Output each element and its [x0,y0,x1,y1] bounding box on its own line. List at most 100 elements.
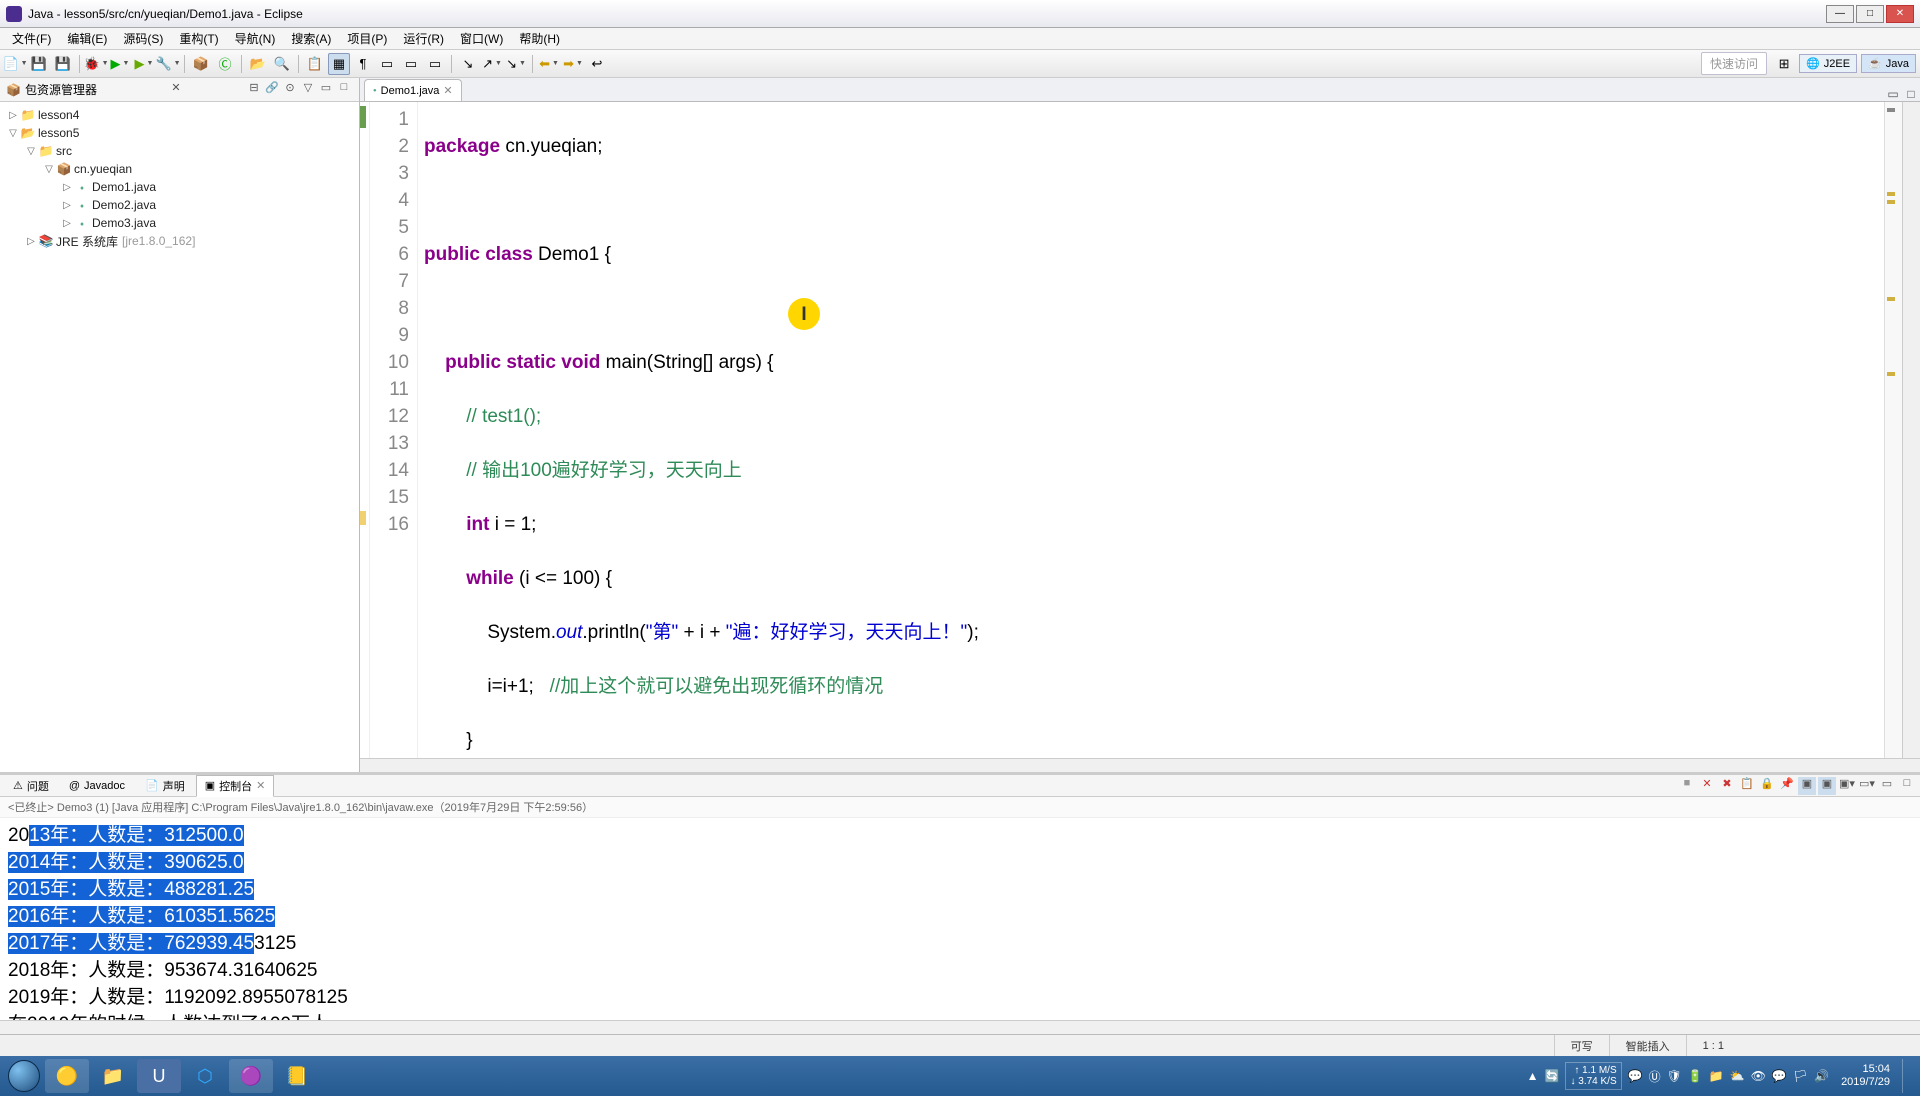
editor-maximize-icon[interactable]: □ [1902,87,1920,101]
tray-collapse-icon[interactable]: ▲ [1527,1069,1539,1083]
problems-tab[interactable]: ⚠问题 [4,775,58,797]
link-editor-icon[interactable]: 🔗 [263,81,281,99]
tree-file-demo2[interactable]: ▷🞄Demo2.java [2,196,357,214]
tree-src-folder[interactable]: ▽📁src [2,142,357,160]
maximize-view-icon[interactable]: □ [335,81,353,99]
console-horizontal-scrollbar[interactable] [0,1020,1920,1034]
back-button[interactable]: ⬅▼ [538,53,560,75]
tree-file-demo3[interactable]: ▷🞄Demo3.java [2,214,357,232]
toggle-mark-button[interactable]: 📋 [304,53,326,75]
editor-vertical-scrollbar[interactable] [1902,102,1920,758]
taskbar-explorer-icon[interactable]: 📁 [91,1059,135,1093]
open-type-button[interactable]: 📂 [247,53,269,75]
menu-project[interactable]: 项目(P) [339,28,395,49]
code-content[interactable]: package cn.yueqian; public class Demo1 {… [418,102,1884,758]
taskbar-app1-icon[interactable]: U [137,1059,181,1093]
close-button[interactable]: ✕ [1886,5,1914,23]
tray-eye-icon[interactable]: 👁 [1751,1069,1766,1083]
tree-project-lesson4[interactable]: ▷📁lesson4 [2,106,357,124]
menu-window[interactable]: 窗口(W) [452,28,511,49]
tray-sync-icon[interactable]: 🔄 [1545,1069,1560,1083]
menu-run[interactable]: 运行(R) [395,28,452,49]
last-edit-button[interactable]: ↩ [586,53,608,75]
tree-project-lesson5[interactable]: ▽📂lesson5 [2,124,357,142]
tray-folder-icon[interactable]: 📁 [1709,1069,1724,1083]
console-output[interactable]: 2013年：人数是：312500.0 2014年：人数是：390625.0 20… [0,818,1920,1020]
prev-annotation-button[interactable]: ↗▼ [481,53,503,75]
show-desktop-button[interactable] [1902,1059,1910,1093]
tray-netspeed[interactable]: ↑ 1.1 M/S ↓ 3.74 K/S [1565,1062,1621,1090]
tray-flag-icon[interactable]: 🏳 [1793,1069,1808,1083]
j2ee-perspective-button[interactable]: 🌐J2EE [1799,54,1857,73]
tb-btn-b[interactable]: ▭ [400,53,422,75]
toggle-block-button[interactable]: ▦ [328,53,350,75]
tray-volume-icon[interactable]: 🔊 [1814,1069,1829,1083]
console-maximize-icon[interactable]: □ [1898,777,1916,795]
collapse-all-icon[interactable]: ⊟ [245,81,263,99]
javadoc-tab[interactable]: @Javadoc [60,777,134,795]
show-console-icon[interactable]: ▣ [1818,777,1836,795]
tray-msg-icon[interactable]: 💬 [1772,1069,1787,1083]
explorer-close-icon[interactable]: ✕ [167,81,185,99]
menu-file[interactable]: 文件(F) [4,28,59,49]
tray-app-a-icon[interactable]: 💬 [1628,1069,1643,1083]
new-class-button[interactable]: Ⓒ [214,53,236,75]
tree-file-demo1[interactable]: ▷🞄Demo1.java [2,178,357,196]
open-perspective-button[interactable]: ⊞ [1773,53,1795,75]
tray-shield-icon[interactable]: 🛡 [1667,1069,1682,1083]
menu-source[interactable]: 源码(S) [115,28,171,49]
menu-help[interactable]: 帮助(H) [511,28,568,49]
taskbar-chrome-icon[interactable]: 🟡 [45,1059,89,1093]
editor-tab-close-icon[interactable]: ✕ [443,84,452,97]
editor-horizontal-scrollbar[interactable] [360,758,1920,772]
scroll-lock-icon[interactable]: 🔒 [1758,777,1776,795]
console-tab[interactable]: ▣控制台✕ [196,775,275,797]
taskbar-eclipse-icon[interactable]: 🟣 [229,1059,273,1093]
maximize-button[interactable]: □ [1856,5,1884,23]
next-annotation-button[interactable]: ↘▼ [505,53,527,75]
show-whitespace-button[interactable]: ¶ [352,53,374,75]
start-button[interactable] [4,1056,44,1096]
quick-access-input[interactable]: 快速访问 [1701,52,1767,75]
external-tools-button[interactable]: 🔧▼ [157,53,179,75]
tray-app-b-icon[interactable]: Ⓤ [1649,1068,1661,1085]
tray-battery-icon[interactable]: 🔋 [1688,1069,1703,1083]
console-minimize-icon[interactable]: ▭ [1878,777,1896,795]
run-last-button[interactable]: ▶▼ [133,53,155,75]
taskbar-app3-icon[interactable]: 📒 [275,1059,319,1093]
remove-launch-icon[interactable]: ✕ [1698,777,1716,795]
tray-cloud-icon[interactable]: ⛅ [1730,1069,1745,1083]
debug-button[interactable]: 🐞▼ [85,53,107,75]
clear-console-icon[interactable]: 📋 [1738,777,1756,795]
minimize-view-icon[interactable]: ▭ [317,81,335,99]
save-all-button[interactable]: 💾 [52,53,74,75]
tree-jre-library[interactable]: ▷📚JRE 系统库[jre1.8.0_162] [2,232,357,250]
menu-refactor[interactable]: 重构(T) [171,28,226,49]
tb-btn-a[interactable]: ▭ [376,53,398,75]
code-editor[interactable]: 12345678910111213141516 package cn.yueqi… [360,102,1920,758]
java-perspective-button[interactable]: ☕Java [1861,54,1916,73]
tb-btn-c[interactable]: ▭ [424,53,446,75]
menu-search[interactable]: 搜索(A) [283,28,339,49]
nav-annotation-button[interactable]: ↘ [457,53,479,75]
save-button[interactable]: 💾 [28,53,50,75]
terminate-icon[interactable]: ■ [1678,777,1696,795]
forward-button[interactable]: ➡▼ [562,53,584,75]
menu-navigate[interactable]: 导航(N) [227,28,284,49]
tray-clock[interactable]: 15:04 2019/7/29 [1835,1063,1896,1089]
run-button[interactable]: ▶▼ [109,53,131,75]
taskbar-app2-icon[interactable]: ⬡ [183,1059,227,1093]
new-package-button[interactable]: 📦 [190,53,212,75]
focus-icon[interactable]: ⊙ [281,81,299,99]
menu-edit[interactable]: 编辑(E) [59,28,115,49]
editor-minimize-icon[interactable]: ▭ [1884,87,1902,101]
declaration-tab[interactable]: 📄声明 [136,775,194,797]
editor-tab-demo1[interactable]: 🞄 Demo1.java ✕ [364,79,462,101]
remove-all-launches-icon[interactable]: ✖ [1718,777,1736,795]
display-selected-icon[interactable]: ▣ [1798,777,1816,795]
tree-package[interactable]: ▽📦cn.yueqian [2,160,357,178]
minimize-button[interactable]: — [1826,5,1854,23]
open-console-icon[interactable]: ▣▾ [1838,777,1856,795]
new-console-view-icon[interactable]: ▭▾ [1858,777,1876,795]
overview-ruler[interactable] [1884,102,1902,758]
